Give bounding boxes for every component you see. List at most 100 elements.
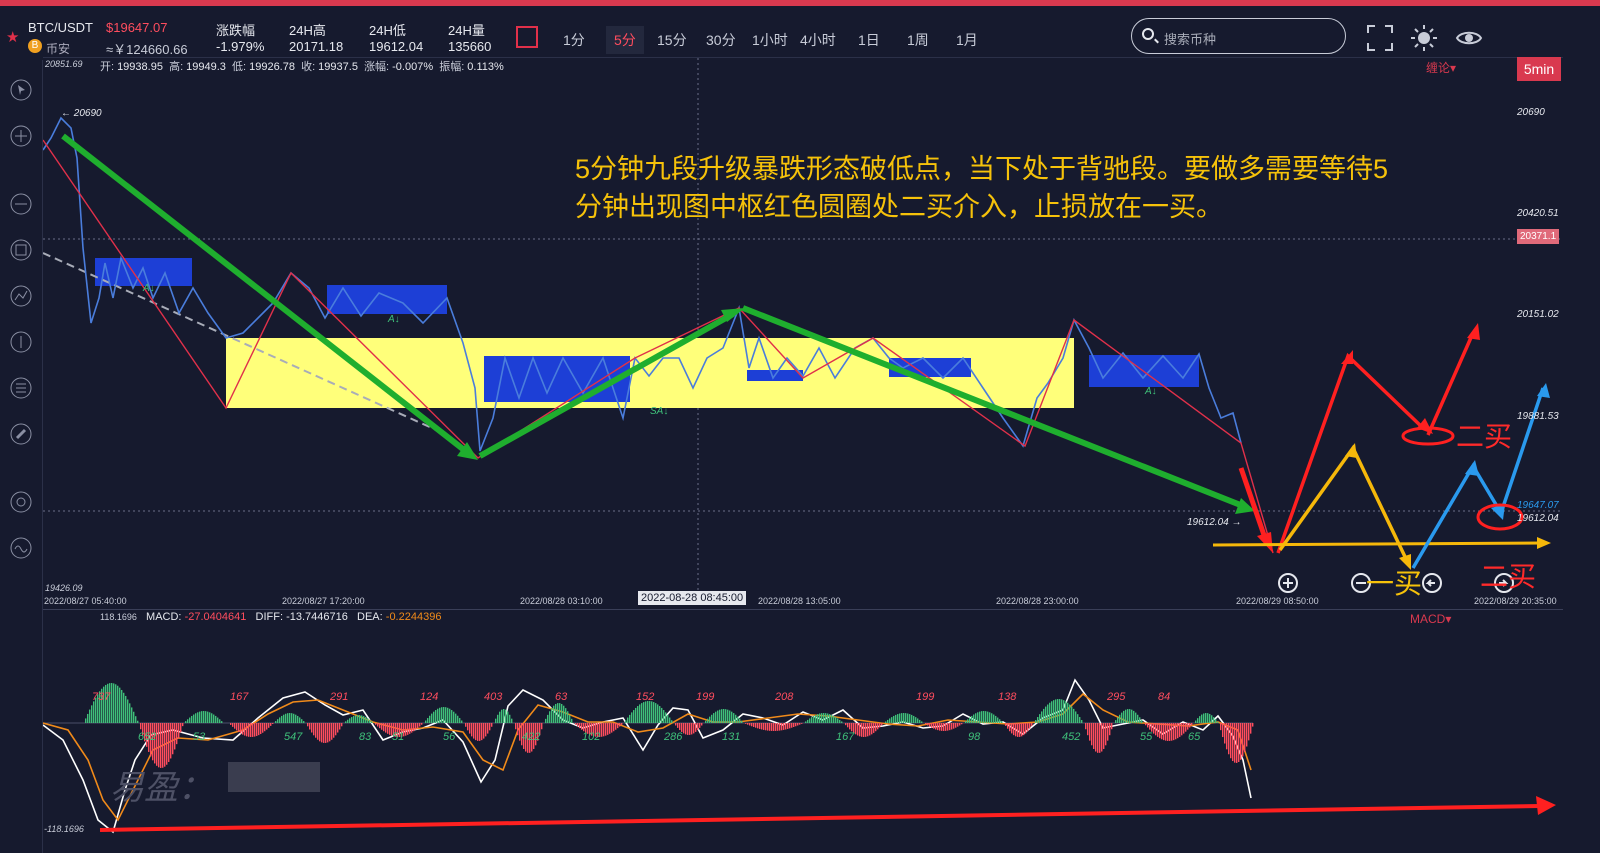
period-5m[interactable]: 5分 <box>606 26 644 54</box>
macd-trough-label: 98 <box>968 731 981 743</box>
scroll-left-button[interactable] <box>1422 573 1442 593</box>
macd-trough-label: 452 <box>1062 731 1081 743</box>
macd-peak-label: 291 <box>330 691 349 703</box>
macd-peak-label: 208 <box>775 691 794 703</box>
chart-bottom-value: 19426.09 <box>45 583 83 593</box>
theme-sun-icon[interactable] <box>1410 24 1438 52</box>
y-axis-label: 20420.51 <box>1517 208 1559 219</box>
stat-high-label: 24H高 <box>289 23 326 38</box>
analysis-annotation: 5分钟九段升级暴跌形态破低点，当下处于背驰段。要做多需要等待5分钟出现图中枢红色… <box>575 154 1389 222</box>
macd-panel[interactable] <box>43 609 1563 838</box>
segment-label: A↓ <box>143 283 155 294</box>
favorite-star-icon[interactable]: ★ <box>6 28 19 46</box>
macd-trough-label: 65 <box>1188 731 1201 743</box>
pivot-box <box>327 285 447 314</box>
second-buy-tag-2: 二买 <box>1480 561 1537 592</box>
high-marker: ← 20690 <box>61 108 102 119</box>
indicator-selector[interactable]: 缠论▾ <box>1426 59 1456 76</box>
wave-icon[interactable] <box>9 536 33 560</box>
period-1mo[interactable]: 1月 <box>956 30 978 50</box>
x-axis-label: 2022/08/28 03:10:00 <box>520 596 603 606</box>
macd-readout: 118.1696 MACD: -27.0404641 DIFF: -13.744… <box>100 611 442 623</box>
stat-low-value: 19612.04 <box>369 39 424 54</box>
macd-trough-label: 56 <box>443 731 456 743</box>
fullscreen-icon[interactable] <box>1366 24 1394 52</box>
crosshair-time-tag: 2022-08-28 08:45:00 <box>638 591 747 605</box>
last-price: $19647.07 <box>106 20 168 35</box>
macd-trough-label: 83 <box>359 731 372 743</box>
stat-volume-value: 135660 <box>448 39 492 54</box>
macd-trough-label: 53 <box>193 731 206 743</box>
period-1h[interactable]: 1小时 <box>752 30 788 50</box>
crosshair-icon[interactable] <box>9 124 33 148</box>
first-buy-tag: 一买 <box>1366 568 1423 599</box>
macd-peak-label: 138 <box>998 691 1017 703</box>
macd-peak-label: 199 <box>696 691 715 703</box>
macd-trough-label: 167 <box>836 731 855 743</box>
ohlc-readout: 开: 19938.95 高: 19949.3 低: 19926.78 收: 19937.… <box>100 61 504 73</box>
price-chart[interactable]: 缠论▾ 20851.69 19426.09 ← 20690 19612.04 →… <box>43 57 1563 608</box>
second-buy-tag: 二买 <box>1456 421 1513 452</box>
x-axis-label: 2022/08/28 13:05:00 <box>758 596 841 606</box>
macd-trough-label: 547 <box>284 731 303 743</box>
lock-icon[interactable] <box>9 490 33 514</box>
macd-trough-label: 652 <box>138 731 157 743</box>
macd-peak-label: 84 <box>1158 691 1171 703</box>
chart-top-value: 20851.69 <box>45 59 83 69</box>
segment-label: SA↓ <box>650 406 669 417</box>
macd-indicator-selector[interactable]: MACD▾ <box>1410 612 1451 626</box>
macd-peak-label: 167 <box>230 691 249 703</box>
period-1w[interactable]: 1周 <box>907 30 929 50</box>
line-tool-icon[interactable] <box>9 192 33 216</box>
stat-low-label: 24H低 <box>369 23 406 38</box>
brush-icon[interactable] <box>9 422 33 446</box>
macd-canvas <box>43 678 1254 834</box>
cursor-icon[interactable] <box>9 78 33 102</box>
macd-trough-label: 286 <box>664 731 683 743</box>
y-axis-label: 19647.07 <box>1517 500 1559 511</box>
stat-change-label: 涨跌幅 <box>216 23 256 38</box>
redacted-block <box>228 762 320 792</box>
period-1m[interactable]: 1分 <box>563 30 585 50</box>
period-30m[interactable]: 30分 <box>706 30 736 50</box>
top-bar: ★ BTC/USDT B 币安 $19647.07 ≈￥124660.66 涨跌… <box>0 0 1600 60</box>
macd-peak-label: 737 <box>92 691 111 703</box>
polyline-tool-icon[interactable] <box>9 284 33 308</box>
drawing-toolbar <box>0 60 43 853</box>
rectangle-tool-icon[interactable] <box>9 238 33 262</box>
macd-peak-label: 403 <box>484 691 503 703</box>
eye-icon[interactable] <box>1455 24 1483 52</box>
y-axis-label: 19612.04 <box>1517 513 1559 524</box>
period-15m[interactable]: 15分 <box>657 30 687 50</box>
crosshair-price-tag: 20371.1 <box>1517 229 1560 244</box>
exchange-name: 币安 <box>46 42 71 56</box>
macd-peak-label: 295 <box>1107 691 1126 703</box>
search-icon <box>1142 28 1154 40</box>
x-axis-label: 2022/08/27 17:20:00 <box>282 596 365 606</box>
macd-peak-label: 152 <box>636 691 655 703</box>
vertical-line-icon[interactable] <box>9 330 33 354</box>
macd-trough-label: 51 <box>392 731 405 743</box>
macd-trough-label: 422 <box>522 731 541 743</box>
macd-histogram <box>85 683 1254 768</box>
search-placeholder: 搜索币种 <box>1164 32 1217 47</box>
x-axis-label: 2022/08/27 05:40:00 <box>44 596 127 606</box>
macd-trough-label: 102 <box>582 731 601 743</box>
period-4h[interactable]: 4小时 <box>800 30 836 50</box>
chart-type-button[interactable] <box>516 26 538 48</box>
symbol-name[interactable]: BTC/USDT <box>28 20 93 35</box>
stat-change-value: -1.979% <box>216 39 265 54</box>
price-chart-canvas <box>43 58 1563 608</box>
timeframe-badge: 5min <box>1517 57 1561 81</box>
watermark-text: 易盈： <box>110 769 212 807</box>
search-input[interactable]: 搜索币种 <box>1131 18 1346 54</box>
x-axis-label: 2022/08/28 23:00:00 <box>996 596 1079 606</box>
stat-volume-label: 24H量 <box>448 23 485 38</box>
zoom-in-button[interactable] <box>1278 573 1298 593</box>
low-marker: 19612.04 → <box>1187 517 1242 528</box>
period-1d[interactable]: 1日 <box>858 30 880 50</box>
fibonacci-icon[interactable] <box>9 376 33 400</box>
price-cny: ≈￥124660.66 <box>106 42 188 57</box>
segment-label: A↓ <box>1145 386 1157 397</box>
macd-bottom-value: -118.1696 <box>44 824 84 834</box>
